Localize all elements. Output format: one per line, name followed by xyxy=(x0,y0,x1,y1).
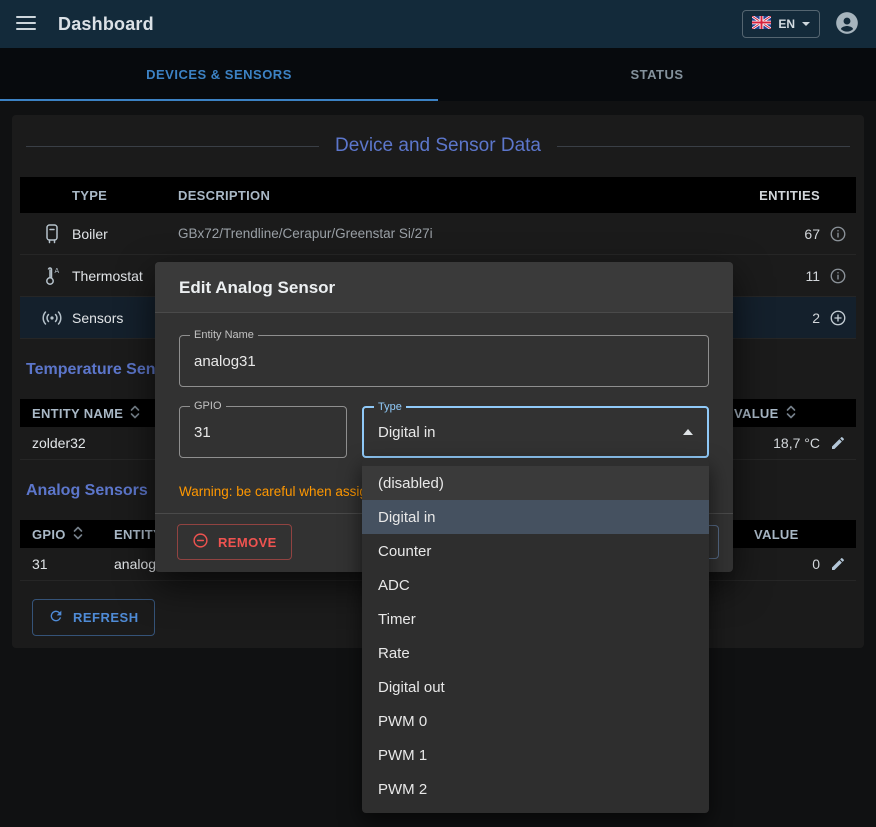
header-value: VALUE xyxy=(734,406,779,421)
language-label: EN xyxy=(778,17,795,31)
sensors-icon xyxy=(20,310,72,326)
app-title: Dashboard xyxy=(58,14,154,35)
menu-item-pwm-0[interactable]: PWM 0 xyxy=(362,704,709,738)
edit-pencil-icon[interactable] xyxy=(820,435,856,451)
page-title: Device and Sensor Data xyxy=(335,135,541,157)
header-description: DESCRIPTION xyxy=(178,188,734,203)
screen: Dashboard EN DEVICES & SENSORS STATUS xyxy=(0,0,876,827)
thermostat-icon: A xyxy=(20,266,72,286)
device-entities-count: 11 xyxy=(734,268,820,284)
page-title-row: Device and Sensor Data xyxy=(26,135,850,157)
dropdown-caret-up-icon xyxy=(683,429,693,435)
remove-button[interactable]: REMOVE xyxy=(177,524,292,560)
device-type: Boiler xyxy=(72,226,178,242)
header-type: TYPE xyxy=(72,188,178,203)
menu-item-digital-in[interactable]: Digital in xyxy=(362,500,709,534)
gpio-type-row: GPIO 31 Type Digital in xyxy=(179,406,709,458)
refresh-button[interactable]: REFRESH xyxy=(32,599,155,636)
refresh-icon xyxy=(48,608,64,627)
svg-text:A: A xyxy=(55,268,60,275)
sort-icon[interactable] xyxy=(129,405,141,422)
sensor-value: 0 xyxy=(754,556,820,572)
info-icon[interactable] xyxy=(820,267,856,285)
uk-flag-icon xyxy=(752,16,771,32)
menu-item-counter[interactable]: Counter xyxy=(362,534,709,568)
sort-icon[interactable] xyxy=(72,526,84,543)
remove-circle-icon xyxy=(192,532,209,552)
header-value: VALUE xyxy=(754,527,820,542)
type-value: Digital in xyxy=(378,424,436,441)
type-select[interactable]: Type Digital in xyxy=(362,406,709,458)
active-tab-indicator xyxy=(0,99,438,101)
hamburger-menu-button[interactable] xyxy=(16,16,36,33)
table-row-boiler[interactable]: Boiler GBx72/Trendline/Cerapur/Greenstar… xyxy=(20,213,856,255)
device-entities-count: 2 xyxy=(734,310,820,326)
entity-name-value: analog31 xyxy=(194,353,256,370)
title-divider-left xyxy=(26,146,319,147)
menu-item-rate[interactable]: Rate xyxy=(362,636,709,670)
info-icon[interactable] xyxy=(820,225,856,243)
gpio-field[interactable]: GPIO 31 xyxy=(179,406,347,458)
header-entities: ENTITIES xyxy=(734,188,820,203)
remove-button-label: REMOVE xyxy=(218,535,277,550)
account-circle-icon xyxy=(834,10,860,39)
hamburger-icon xyxy=(16,16,36,33)
menu-item-adc[interactable]: ADC xyxy=(362,568,709,602)
menu-item-pwm-1[interactable]: PWM 1 xyxy=(362,738,709,772)
type-dropdown-menu: (disabled) Digital in Counter ADC Timer … xyxy=(362,459,709,813)
tab-devices-sensors[interactable]: DEVICES & SENSORS xyxy=(0,48,438,101)
tab-bar: DEVICES & SENSORS STATUS xyxy=(0,48,876,101)
sort-icon[interactable] xyxy=(785,405,797,422)
device-entities-count: 67 xyxy=(734,226,820,242)
tab-status[interactable]: STATUS xyxy=(438,48,876,101)
chevron-down-icon xyxy=(802,22,810,26)
app-bar: Dashboard EN xyxy=(0,0,876,48)
entity-name-label: Entity Name xyxy=(190,329,258,342)
header-gpio: GPIO xyxy=(32,527,66,542)
tab-devices-sensors-label: DEVICES & SENSORS xyxy=(146,67,292,82)
device-table-header: TYPE DESCRIPTION ENTITIES xyxy=(20,177,856,213)
menu-item-pwm-2[interactable]: PWM 2 xyxy=(362,772,709,806)
entity-name-field[interactable]: Entity Name analog31 xyxy=(179,335,709,387)
menu-item-digital-out[interactable]: Digital out xyxy=(362,670,709,704)
header-entity-name: ENTITY NAME xyxy=(32,406,123,421)
refresh-button-label: REFRESH xyxy=(73,610,139,625)
gpio-label: GPIO xyxy=(190,400,226,413)
sensor-gpio: 31 xyxy=(20,556,114,572)
gpio-value: 31 xyxy=(194,424,211,441)
device-description: GBx72/Trendline/Cerapur/Greenstar Si/27i xyxy=(178,226,734,241)
type-label: Type xyxy=(374,401,406,414)
menu-item-disabled[interactable]: (disabled) xyxy=(362,466,709,500)
add-circle-icon[interactable] xyxy=(820,309,856,327)
sensor-value: 18,7 °C xyxy=(734,435,820,451)
account-button[interactable] xyxy=(834,10,860,39)
boiler-icon xyxy=(20,224,72,244)
tab-status-label: STATUS xyxy=(630,67,683,82)
language-selector-button[interactable]: EN xyxy=(742,10,820,38)
edit-pencil-icon[interactable] xyxy=(820,556,856,572)
appbar-actions: EN xyxy=(742,10,860,39)
title-divider-right xyxy=(557,146,850,147)
menu-item-timer[interactable]: Timer xyxy=(362,602,709,636)
dialog-title: Edit Analog Sensor xyxy=(155,262,733,313)
